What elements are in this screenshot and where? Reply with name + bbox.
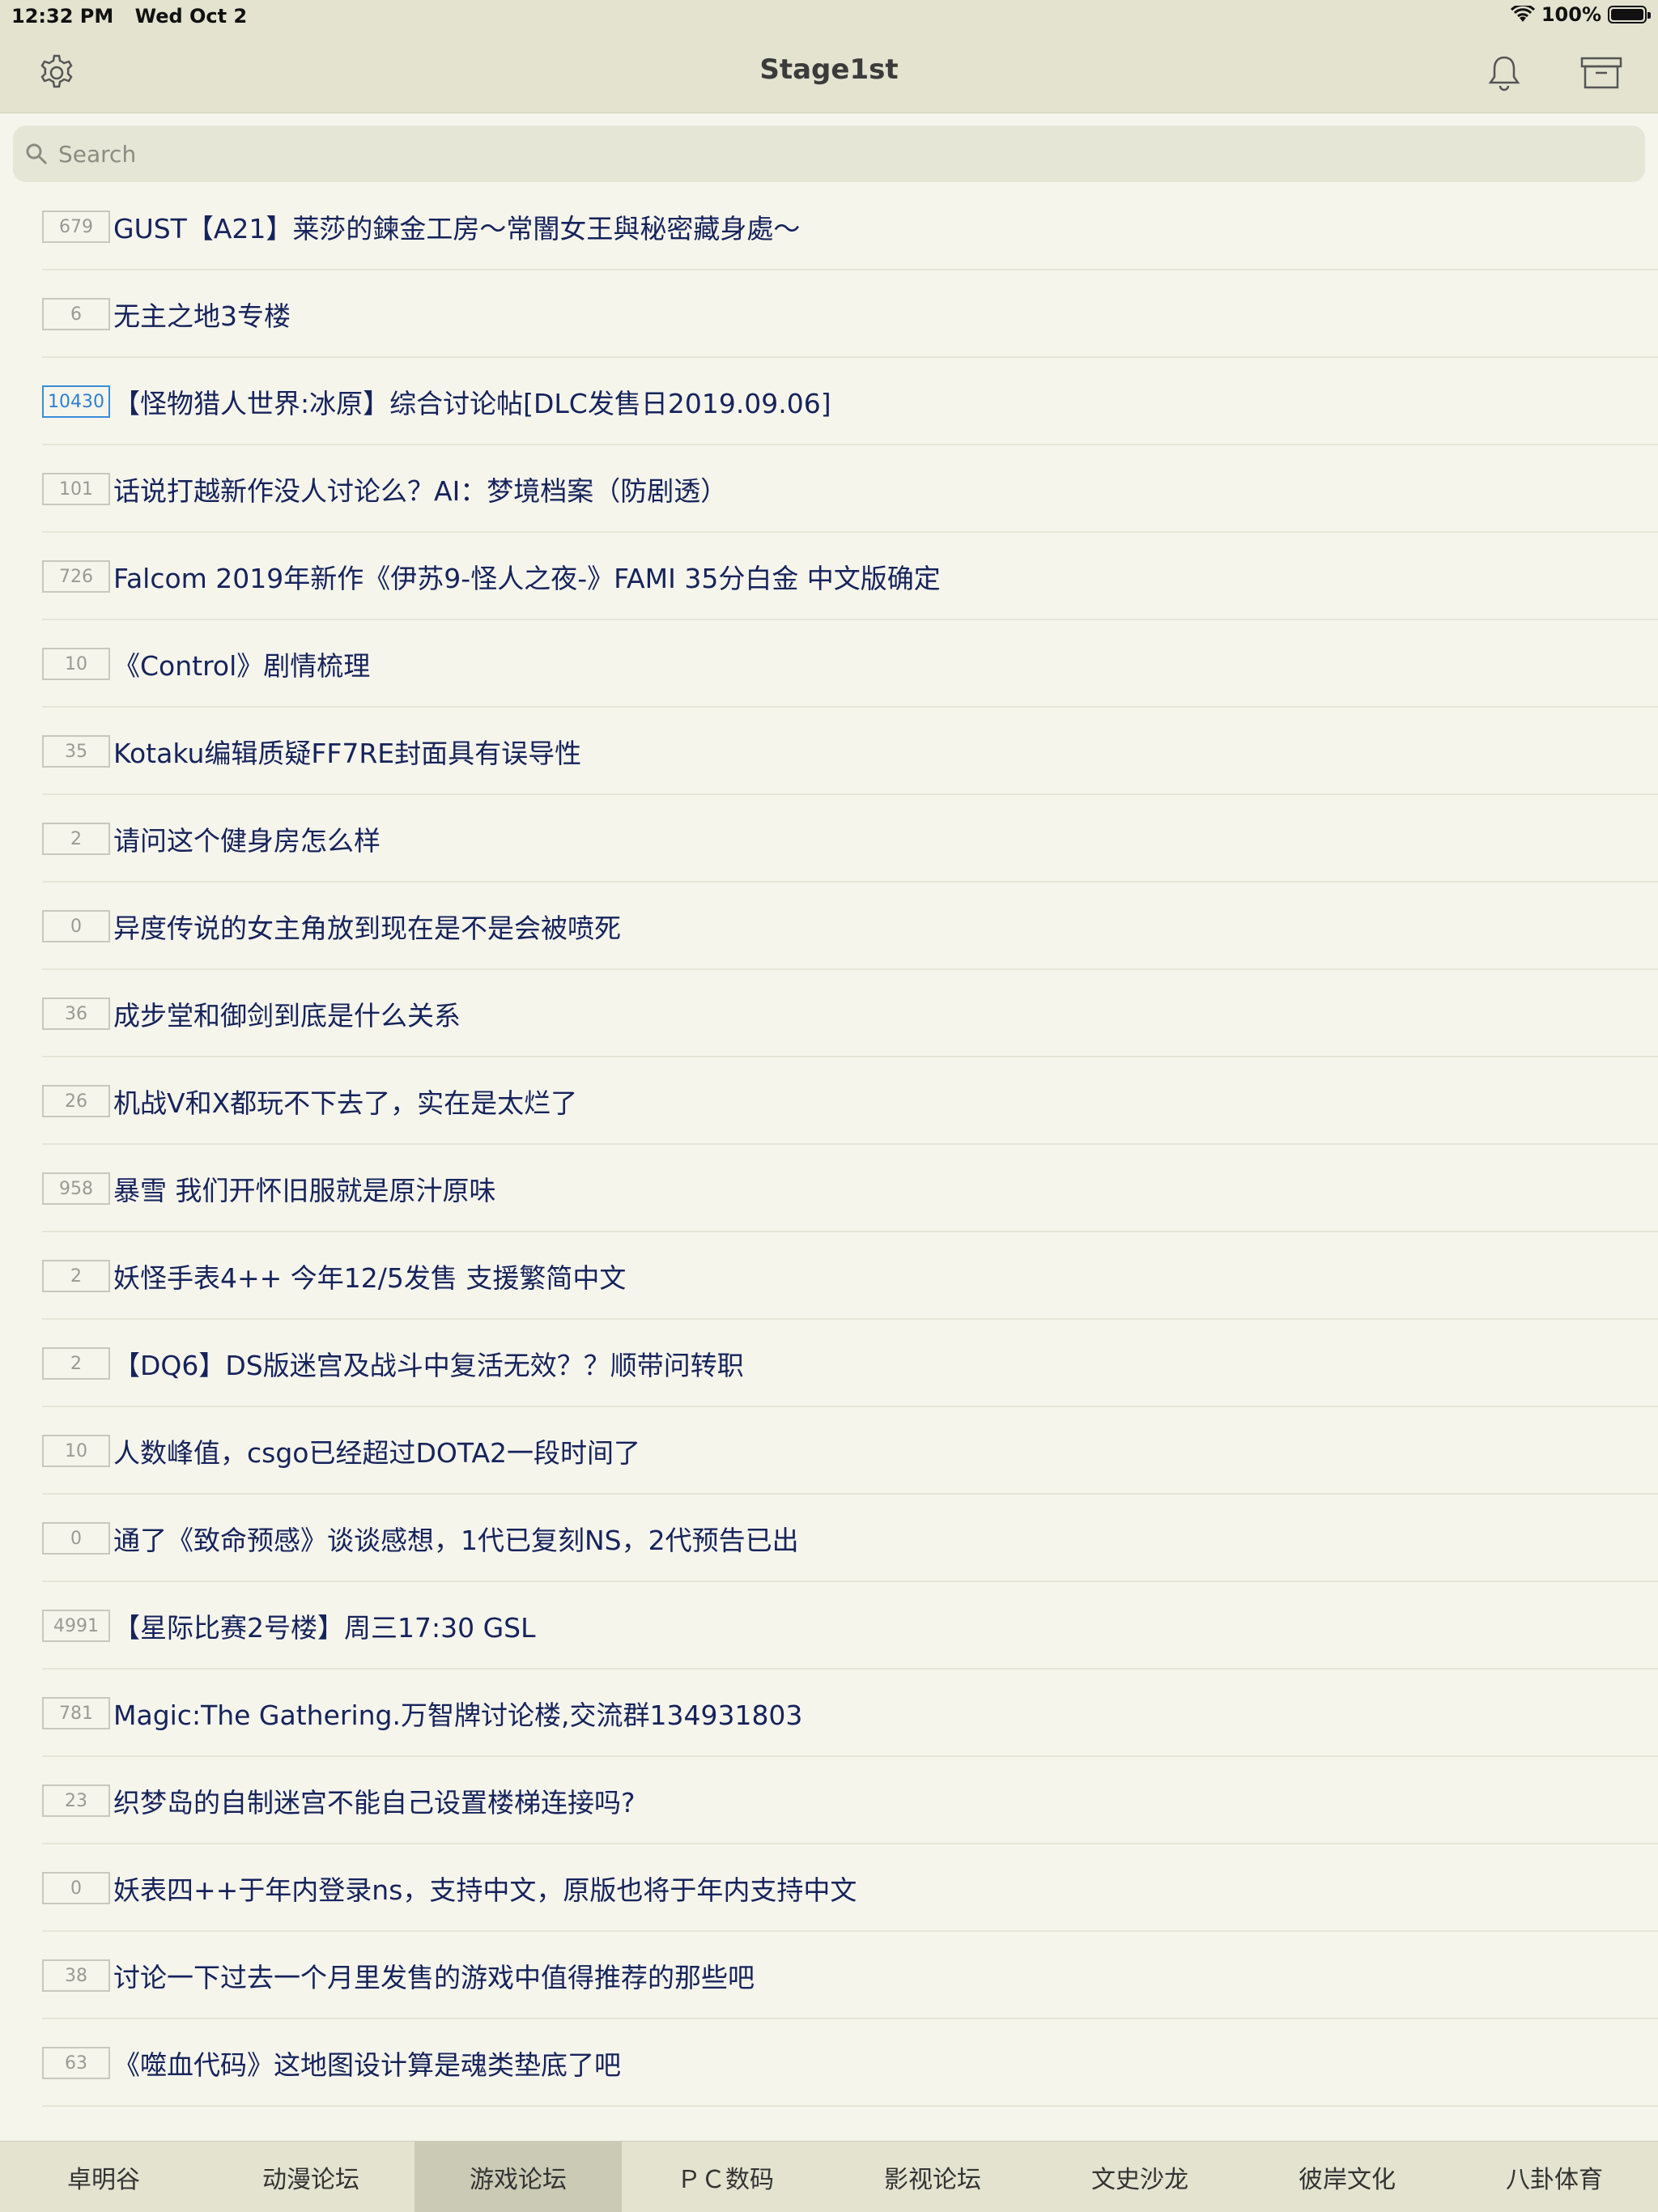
forum-tab-bar: 卓明谷 动漫论坛 游戏论坛 ＰＣ数码 影视论坛 文史沙龙 彼岸文化 八卦体育 bbox=[0, 2141, 1658, 2212]
reply-count-badge: 2 bbox=[42, 1347, 110, 1380]
search-container bbox=[0, 114, 1658, 189]
forum-tab[interactable]: 文史沙龙 bbox=[1036, 2142, 1244, 2212]
thread-title: 异度传说的女主角放到现在是不是会被喷死 bbox=[113, 912, 621, 944]
thread-title: 无主之地3专楼 bbox=[113, 300, 291, 332]
reply-count-badge: 958 bbox=[42, 1172, 110, 1205]
thread-row[interactable]: 63 《噬血代码》这地图设计算是魂类垫底了吧 bbox=[0, 2019, 1658, 2107]
thread-row[interactable]: 781 Magic:The Gathering.万智牌讨论楼,交流群1349318… bbox=[0, 1670, 1658, 1757]
thread-row[interactable]: 101 话说打越新作没人讨论么？AI：梦境档案（防剧透） bbox=[0, 445, 1658, 533]
forum-tab[interactable]: 动漫论坛 bbox=[207, 2142, 414, 2212]
status-date: Wed Oct 2 bbox=[134, 5, 248, 28]
thread-list: 679 GUST【A21】莱莎的鍊金工房～常闇女王與秘密藏身處～ 6 无主之地3专楼 1… bbox=[0, 183, 1658, 2107]
thread-row[interactable]: 35 Kotaku编辑质疑FF7RE封面具有误导性 bbox=[0, 708, 1658, 795]
status-time: 12:32 PM bbox=[11, 5, 114, 28]
thread-row[interactable]: 0 妖表四++于年内登录ns，支持中文，原版也将于年内支持中文 bbox=[0, 1844, 1658, 1932]
reply-count-badge: 0 bbox=[42, 910, 110, 942]
wifi-icon bbox=[1510, 6, 1535, 22]
forum-tab[interactable]: 彼岸文化 bbox=[1244, 2142, 1451, 2212]
thread-row[interactable]: 2 【DQ6】DS版迷宫及战斗中复活无效？？顺带问转职 bbox=[0, 1320, 1658, 1407]
status-right: 100% bbox=[1510, 3, 1651, 26]
thread-title: 《Control》剧情梳理 bbox=[113, 650, 371, 682]
thread-row[interactable]: 10 《Control》剧情梳理 bbox=[0, 620, 1658, 708]
status-bar: 12:32 PM Wed Oct 2 100% bbox=[0, 0, 1658, 32]
thread-row[interactable]: 10430 【怪物猎人世界:冰原】综合讨论帖[DLC发售日2019.09.06] bbox=[0, 358, 1658, 445]
reply-count-badge: 35 bbox=[42, 735, 110, 768]
thread-row[interactable]: 38 讨论一下过去一个月里发售的游戏中值得推荐的那些吧 bbox=[0, 1932, 1658, 2019]
thread-row[interactable]: 2 妖怪手表4++ 今年12/5发售 支援繁简中文 bbox=[0, 1232, 1658, 1320]
thread-title: GUST【A21】莱莎的鍊金工房～常闇女王與秘密藏身處～ bbox=[113, 213, 801, 245]
thread-title: Kotaku编辑质疑FF7RE封面具有误导性 bbox=[113, 738, 582, 769]
forum-tab[interactable]: ＰＣ数码 bbox=[622, 2142, 829, 2212]
thread-title: 机战V和X都玩不下去了，实在是太烂了 bbox=[113, 1087, 578, 1119]
thread-row[interactable]: 958 暴雪 我们开怀旧服就是原汁原味 bbox=[0, 1145, 1658, 1232]
thread-title: 暴雪 我们开怀旧服就是原汁原味 bbox=[113, 1175, 496, 1206]
thread-row[interactable]: 2 请问这个健身房怎么样 bbox=[0, 795, 1658, 883]
thread-title: 妖怪手表4++ 今年12/5发售 支援繁简中文 bbox=[113, 1262, 627, 1294]
thread-title: 通了《致命预感》谈谈感想，1代已复刻NS，2代预告已出 bbox=[113, 1525, 799, 1556]
thread-row[interactable]: 0 异度传说的女主角放到现在是不是会被喷死 bbox=[0, 883, 1658, 970]
reply-count-badge: 10 bbox=[42, 648, 110, 680]
search-input[interactable] bbox=[58, 140, 1596, 168]
navigation-bar: Stage1st bbox=[0, 32, 1658, 113]
thread-row[interactable]: 679 GUST【A21】莱莎的鍊金工房～常闇女王與秘密藏身處～ bbox=[0, 183, 1658, 270]
thread-title: 【DQ6】DS版迷宫及战斗中复活无效？？顺带问转职 bbox=[113, 1350, 744, 1381]
reply-count-badge: 6 bbox=[42, 298, 110, 330]
reply-count-badge: 726 bbox=[42, 560, 110, 593]
thread-title: 请问这个健身房怎么样 bbox=[113, 825, 380, 857]
reply-count-badge: 26 bbox=[42, 1085, 110, 1117]
thread-title: 【怪物猎人世界:冰原】综合讨论帖[DLC发售日2019.09.06] bbox=[113, 388, 831, 419]
forum-tab[interactable]: 游戏论坛 bbox=[414, 2142, 622, 2212]
thread-row[interactable]: 726 Falcom 2019年新作《伊苏9-怪人之夜-》FAMI 35分白金 中… bbox=[0, 533, 1658, 620]
thread-row[interactable]: 36 成步堂和御剑到底是什么关系 bbox=[0, 970, 1658, 1057]
thread-row[interactable]: 10 人数峰值，csgo已经超过DOTA2一段时间了 bbox=[0, 1407, 1658, 1495]
thread-title: 妖表四++于年内登录ns，支持中文，原版也将于年内支持中文 bbox=[113, 1874, 857, 1906]
thread-title: Falcom 2019年新作《伊苏9-怪人之夜-》FAMI 35分白金 中文版确… bbox=[113, 563, 941, 594]
thread-title: Magic:The Gathering.万智牌讨论楼,交流群134931803 bbox=[113, 1699, 803, 1731]
forum-tab[interactable]: 卓明谷 bbox=[0, 2142, 207, 2212]
thread-title: 话说打越新作没人讨论么？AI：梦境档案（防剧透） bbox=[113, 475, 728, 507]
thread-row[interactable]: 0 通了《致命预感》谈谈感想，1代已复刻NS，2代预告已出 bbox=[0, 1495, 1658, 1582]
page-title: Stage1st bbox=[759, 53, 899, 86]
thread-row[interactable]: 6 无主之地3专楼 bbox=[0, 270, 1658, 358]
magnifier-icon bbox=[24, 139, 53, 168]
thread-title: 【星际比赛2号楼】周三17:30 GSL bbox=[113, 1612, 536, 1644]
thread-title: 讨论一下过去一个月里发售的游戏中值得推荐的那些吧 bbox=[113, 1962, 755, 1993]
reply-count-badge: 2 bbox=[42, 823, 110, 855]
reply-count-badge: 10 bbox=[42, 1435, 110, 1467]
reply-count-badge: 10430 bbox=[42, 385, 110, 418]
thread-row[interactable]: 4991 【星际比赛2号楼】周三17:30 GSL bbox=[0, 1582, 1658, 1670]
battery-icon bbox=[1608, 6, 1651, 23]
thread-title: 织梦岛的自制迷宫不能自己设置楼梯连接吗? bbox=[113, 1787, 636, 1819]
reply-count-badge: 38 bbox=[42, 1959, 110, 1992]
reply-count-badge: 781 bbox=[42, 1697, 110, 1729]
thread-title: 人数峰值，csgo已经超过DOTA2一段时间了 bbox=[113, 1437, 641, 1469]
forum-tab[interactable]: 影视论坛 bbox=[829, 2142, 1036, 2212]
status-left: 12:32 PM Wed Oct 2 bbox=[11, 5, 261, 28]
archive-box-icon bbox=[1580, 57, 1622, 89]
reply-count-badge: 0 bbox=[42, 1522, 110, 1555]
reply-count-badge: 2 bbox=[42, 1260, 110, 1292]
notifications-button[interactable] bbox=[1482, 50, 1527, 96]
reply-count-badge: 4991 bbox=[42, 1610, 110, 1642]
reply-count-badge: 0 bbox=[42, 1872, 110, 1904]
thread-title: 成步堂和御剑到底是什么关系 bbox=[113, 1000, 461, 1032]
thread-row[interactable]: 26 机战V和X都玩不下去了，实在是太烂了 bbox=[0, 1057, 1658, 1145]
bell-icon bbox=[1488, 56, 1520, 91]
thread-title: 《噬血代码》这地图设计算是魂类垫底了吧 bbox=[113, 2049, 621, 2081]
search-bar[interactable] bbox=[13, 125, 1645, 182]
reply-count-badge: 23 bbox=[42, 1784, 110, 1817]
archive-button[interactable] bbox=[1579, 50, 1624, 96]
reply-count-badge: 63 bbox=[42, 2047, 110, 2079]
reply-count-badge: 101 bbox=[42, 473, 110, 505]
battery-percent: 100% bbox=[1541, 3, 1601, 26]
reply-count-badge: 36 bbox=[42, 998, 110, 1030]
thread-row[interactable]: 23 织梦岛的自制迷宫不能自己设置楼梯连接吗? bbox=[0, 1757, 1658, 1844]
forum-tab[interactable]: 八卦体育 bbox=[1451, 2142, 1658, 2212]
reply-count-badge: 679 bbox=[42, 211, 110, 243]
